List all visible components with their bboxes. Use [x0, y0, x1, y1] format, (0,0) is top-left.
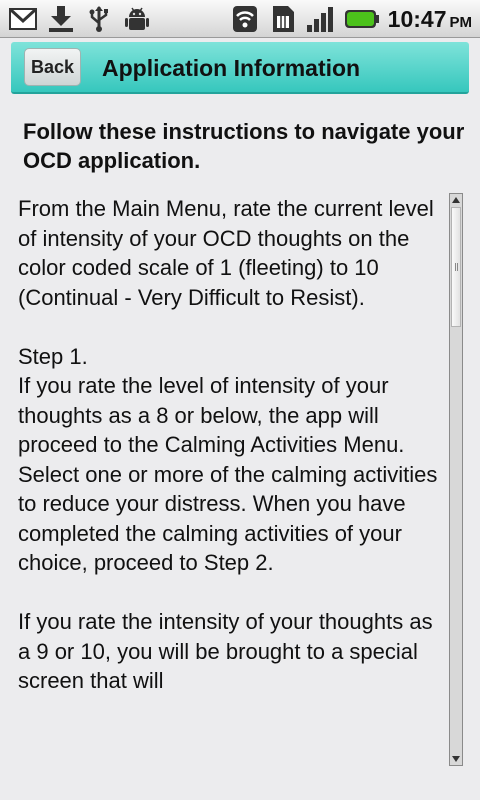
clock: 10:47 PM [387, 5, 472, 32]
scroll-down-arrow-icon[interactable] [450, 753, 462, 765]
scroll-up-arrow-icon[interactable] [450, 194, 462, 206]
usb-icon [84, 4, 114, 34]
download-icon [46, 4, 76, 34]
wifi-icon [230, 4, 260, 34]
android-debug-icon [122, 4, 152, 34]
page-title: Application Information [102, 55, 361, 81]
header-bar: Back Application Information [11, 42, 469, 94]
instructions-paragraph: Step 1. If you rate the level of intensi… [18, 343, 438, 576]
instructions-heading: Follow these instructions to navigate yo… [23, 119, 465, 173]
battery-icon [344, 4, 380, 34]
grip-icon [455, 263, 458, 271]
instructions-spacer [18, 578, 448, 608]
status-bar: 10:47 PM [0, 0, 480, 38]
scroll-thumb[interactable] [451, 207, 461, 327]
signal-icon [306, 4, 336, 34]
back-button[interactable]: Back [24, 48, 81, 86]
sim-icon [268, 4, 298, 34]
scrollbar[interactable] [449, 193, 463, 766]
gmail-icon [8, 4, 38, 34]
instructions-paragraph: If you rate the intensity of your though… [18, 609, 439, 693]
instructions-text-area[interactable]: From the Main Menu, rate the current lev… [18, 194, 448, 764]
instructions-spacer [18, 312, 448, 342]
instructions-paragraph: From the Main Menu, rate the current lev… [18, 196, 440, 310]
